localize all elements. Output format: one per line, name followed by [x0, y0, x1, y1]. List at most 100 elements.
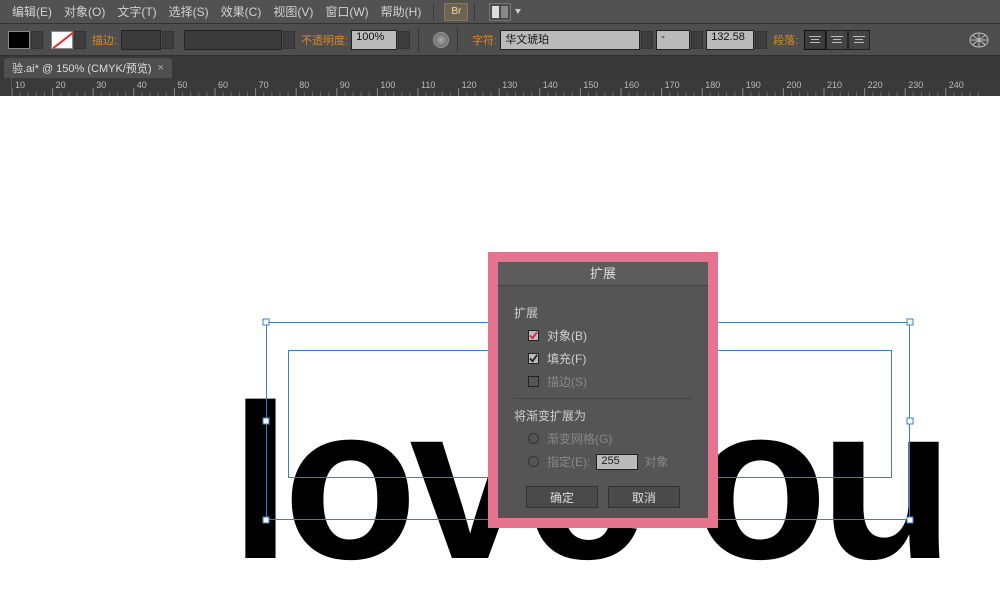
stroke-swatch-dropdown[interactable]	[74, 31, 86, 49]
bridge-button[interactable]: Br	[444, 3, 468, 21]
selection-handle[interactable]	[907, 418, 914, 425]
options-separator	[457, 28, 458, 52]
dialog-divider	[514, 398, 692, 399]
checkbox-label: 填充(F)	[547, 350, 586, 367]
opacity-dropdown[interactable]	[398, 31, 410, 49]
checkbox-label: 对象(B)	[547, 327, 587, 344]
stroke-profile-dropdown[interactable]	[283, 31, 295, 49]
document-tab[interactable]: 验.ai* @ 150% (CMYK/预览) ×	[4, 58, 172, 78]
stroke-swatch-none[interactable]	[51, 31, 73, 49]
checkbox-stroke: 描边(S)	[528, 373, 692, 390]
radio-icon	[528, 456, 539, 467]
font-style-input[interactable]: -	[656, 30, 690, 50]
opacity-label: 不透明度:	[301, 32, 348, 48]
close-tab-icon[interactable]: ×	[158, 62, 164, 74]
menu-type[interactable]: 文字(T)	[111, 3, 162, 20]
align-left-button[interactable]	[804, 30, 826, 50]
svg-text:90: 90	[340, 80, 350, 90]
checkbox-label: 描边(S)	[547, 373, 587, 390]
opacity-input[interactable]: 100%	[351, 30, 397, 50]
paragraph-align-group	[804, 30, 870, 50]
svg-text:200: 200	[786, 80, 801, 90]
expand-group-label: 扩展	[514, 304, 692, 321]
radio-label: 指定(E):	[547, 453, 590, 470]
svg-text:140: 140	[543, 80, 558, 90]
menu-help[interactable]: 帮助(H)	[375, 3, 428, 20]
svg-text:230: 230	[908, 80, 923, 90]
options-bar: 描边: 不透明度: 100% 字符: 华文琥珀 - 132.58 段落:	[0, 24, 1000, 56]
svg-text:80: 80	[299, 80, 309, 90]
svg-text:180: 180	[705, 80, 720, 90]
selection-handle[interactable]	[263, 418, 270, 425]
menu-select[interactable]: 选择(S)	[163, 3, 215, 20]
svg-text:20: 20	[56, 80, 66, 90]
checkbox-icon	[528, 353, 539, 364]
svg-text:30: 30	[96, 80, 106, 90]
svg-text:240: 240	[949, 80, 964, 90]
menu-object[interactable]: 对象(O)	[58, 3, 111, 20]
font-style-dropdown[interactable]	[691, 31, 703, 49]
svg-text:150: 150	[583, 80, 598, 90]
menu-bar: 编辑(E) 对象(O) 文字(T) 选择(S) 效果(C) 视图(V) 窗口(W…	[0, 0, 1000, 24]
paragraph-label: 段落:	[773, 32, 798, 48]
canvas[interactable]: loveou 扩展 扩展 对象(B) 填充(F)	[0, 96, 1000, 611]
specify-unit-label: 对象	[644, 453, 668, 470]
svg-text:60: 60	[218, 80, 228, 90]
fill-swatch[interactable]	[8, 31, 30, 49]
dialog-titlebar[interactable]: 扩展	[498, 262, 708, 286]
selection-handle[interactable]	[263, 517, 270, 524]
svg-text:50: 50	[177, 80, 187, 90]
menubar-separator	[433, 3, 434, 21]
document-tabs: 验.ai* @ 150% (CMYK/预览) ×	[0, 56, 1000, 78]
character-label: 字符:	[472, 32, 497, 48]
selection-handle[interactable]	[907, 517, 914, 524]
ok-button[interactable]: 确定	[526, 486, 598, 508]
stroke-weight-dropdown[interactable]	[162, 31, 174, 49]
menu-effect[interactable]: 效果(C)	[215, 3, 268, 20]
menu-window[interactable]: 窗口(W)	[319, 3, 374, 20]
checkbox-icon	[528, 330, 539, 341]
expand-dialog: 扩展 扩展 对象(B) 填充(F) 描边(S) 将渐变扩展为	[488, 252, 718, 528]
dialog-buttons: 确定 取消	[498, 486, 708, 518]
selection-handle[interactable]	[907, 319, 914, 326]
font-size-dropdown[interactable]	[755, 31, 767, 49]
svg-text:210: 210	[827, 80, 842, 90]
cancel-button[interactable]: 取消	[608, 486, 680, 508]
menubar-separator	[474, 3, 475, 21]
stroke-weight-field[interactable]	[121, 30, 161, 50]
ruler-origin[interactable]	[0, 78, 12, 96]
checkbox-icon	[528, 376, 539, 387]
dialog-body: 扩展 对象(B) 填充(F) 描边(S) 将渐变扩展为	[498, 286, 708, 486]
svg-text:110: 110	[421, 80, 435, 90]
horizontal-ruler: 1020304050607080901001101201301401501601…	[0, 78, 1000, 96]
menu-view[interactable]: 视图(V)	[267, 3, 319, 20]
perspective-grid-icon[interactable]	[968, 31, 990, 49]
chevron-down-icon[interactable]	[515, 9, 521, 14]
checkbox-object[interactable]: 对象(B)	[528, 327, 692, 344]
svg-text:70: 70	[259, 80, 269, 90]
radio-icon	[528, 433, 539, 444]
font-family-dropdown[interactable]	[641, 31, 653, 49]
font-family-input[interactable]: 华文琥珀	[500, 30, 640, 50]
svg-text:10: 10	[15, 80, 25, 90]
font-size-input[interactable]: 132.58	[706, 30, 754, 50]
ruler-ticks: 1020304050607080901001101201301401501601…	[12, 78, 1000, 96]
stroke-profile-field[interactable]	[184, 30, 282, 50]
radio-specify: 指定(E): 255 对象	[528, 453, 692, 470]
svg-text:40: 40	[137, 80, 147, 90]
svg-text:170: 170	[665, 80, 680, 90]
svg-text:220: 220	[868, 80, 883, 90]
align-center-button[interactable]	[826, 30, 848, 50]
svg-text:190: 190	[746, 80, 761, 90]
specify-count-input: 255	[596, 454, 638, 470]
fill-swatch-dropdown[interactable]	[31, 31, 43, 49]
recolor-artwork-icon[interactable]	[433, 32, 449, 48]
align-right-button[interactable]	[848, 30, 870, 50]
arrange-documents-icon[interactable]	[489, 3, 511, 21]
checkbox-fill[interactable]: 填充(F)	[528, 350, 692, 367]
expand-gradient-group-label: 将渐变扩展为	[514, 407, 692, 424]
options-separator	[418, 28, 419, 52]
stroke-label: 描边:	[92, 32, 117, 48]
selection-handle[interactable]	[263, 319, 270, 326]
menu-edit[interactable]: 编辑(E)	[6, 3, 58, 20]
